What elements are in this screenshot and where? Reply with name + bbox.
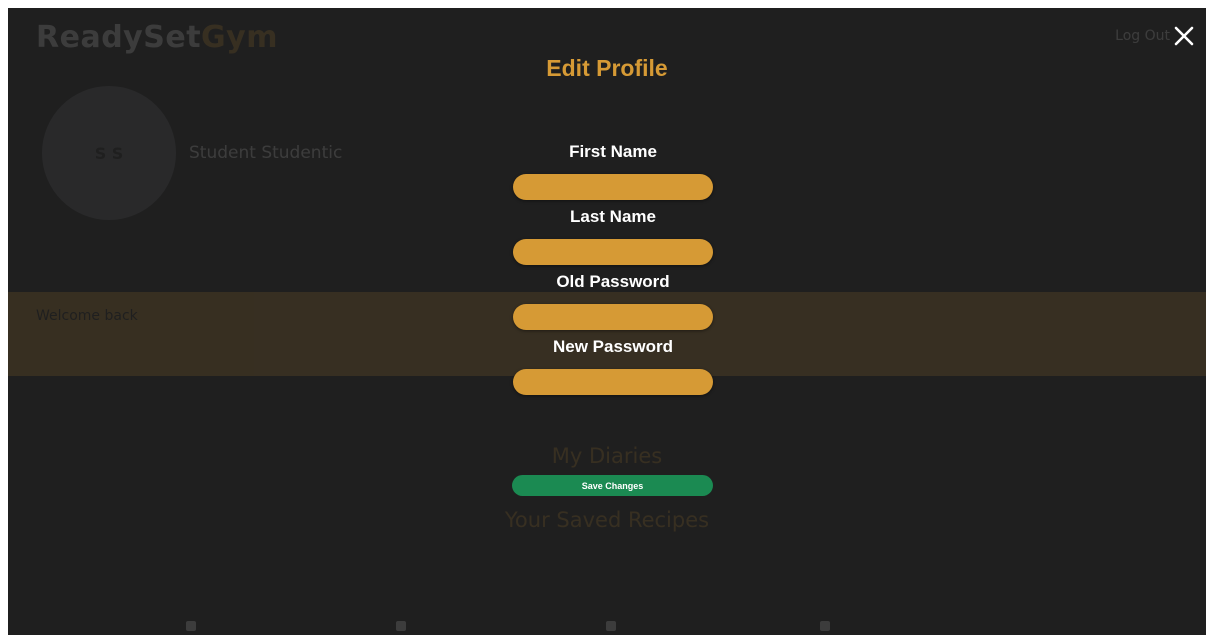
- bottom-nav: [8, 621, 1206, 635]
- app-viewport: ReadySetGym Log Out S S Student Studenti…: [8, 8, 1206, 635]
- first-name-input[interactable]: [513, 174, 713, 200]
- logo-gym: Gym: [201, 20, 278, 55]
- banner-text: Welcome back: [36, 308, 138, 324]
- old-password-label: Old Password: [556, 272, 670, 291]
- new-password-label: New Password: [553, 337, 673, 356]
- first-name-label: First Name: [569, 142, 657, 161]
- app-logo: ReadySetGym: [36, 20, 278, 55]
- profile-username: Student Studentic: [189, 143, 343, 163]
- nav-recipes-icon: [606, 621, 616, 631]
- nav-home-icon: [186, 621, 196, 631]
- nav-profile-icon: [820, 621, 830, 631]
- logo-set: Set: [143, 20, 202, 55]
- section-saved-recipes: Your Saved Recipes: [504, 508, 710, 532]
- modal-title: Edit Profile: [546, 55, 668, 81]
- section-my-diaries: My Diaries: [551, 444, 663, 468]
- old-password-input[interactable]: [513, 304, 713, 330]
- last-name-input[interactable]: [513, 239, 713, 265]
- save-changes-button[interactable]: Save Changes: [512, 475, 713, 496]
- new-password-input[interactable]: [513, 369, 713, 395]
- close-icon[interactable]: [1172, 24, 1196, 48]
- last-name-label: Last Name: [570, 207, 656, 226]
- logo-ready: Ready: [36, 20, 144, 55]
- logout-link: Log Out: [1115, 28, 1170, 44]
- nav-diary-icon: [396, 621, 406, 631]
- avatar-initials: S S: [94, 144, 124, 163]
- avatar: S S: [42, 86, 176, 220]
